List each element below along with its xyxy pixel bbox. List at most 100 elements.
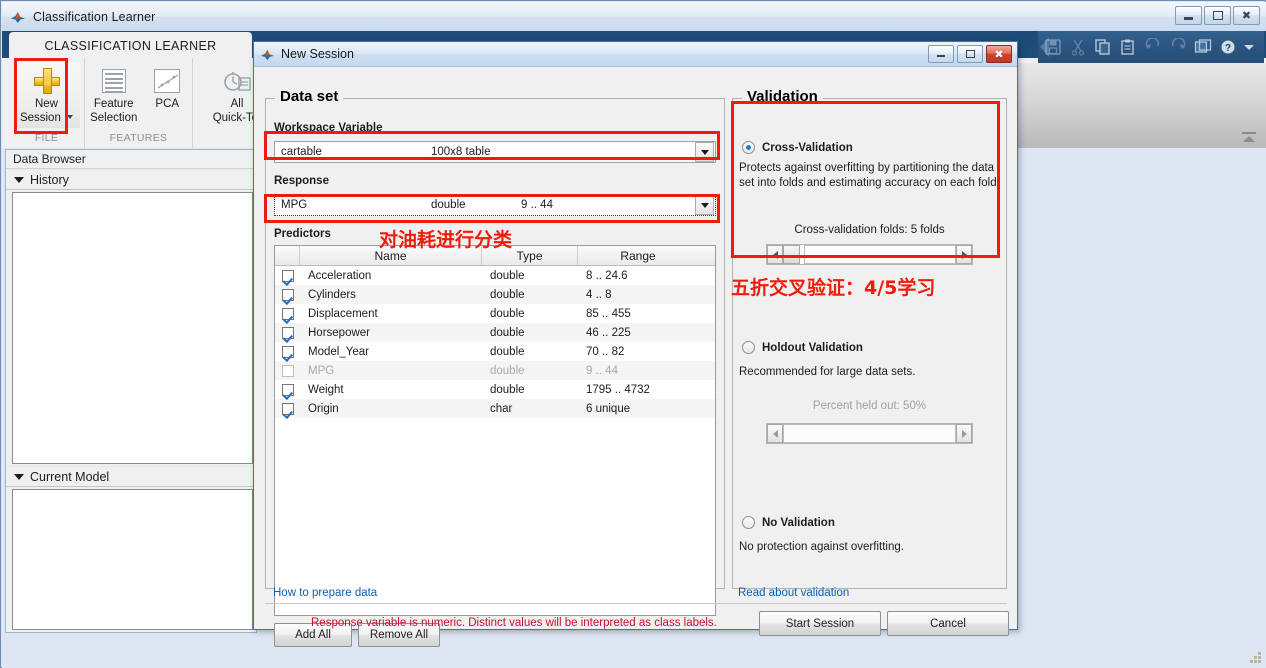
table-row[interactable]: MPG double 9 .. 44 [275,361,715,380]
table-row[interactable]: Cylinders double 4 .. 8 [275,285,715,304]
pca-button[interactable]: PCA [142,62,192,128]
holdout-percent-slider[interactable] [766,423,973,444]
cross-validation-radio[interactable] [742,141,755,154]
holdout-validation-radio-row[interactable]: Holdout Validation [742,341,863,354]
collapse-panel-icon[interactable] [1242,132,1256,142]
cut-icon[interactable] [1069,38,1087,56]
checkbox-checked-icon[interactable] [281,288,294,301]
cross-validation-folds-label: Cross-validation folds: 5 folds [794,224,945,236]
table-row[interactable]: Acceleration double 8 .. 24.6 [275,266,715,285]
svg-text:?: ? [1225,43,1231,54]
validation-legend: Validation [742,88,823,105]
table-row[interactable]: Model_Year double 70 .. 82 [275,342,715,361]
read-about-validation-link[interactable]: Read about validation [738,587,849,599]
cross-validation-radio-row[interactable]: Cross-Validation [742,141,853,154]
table-row[interactable]: Weight double 1795 .. 4732 [275,380,715,399]
save-icon[interactable] [1044,38,1062,56]
history-panel-body[interactable] [12,192,253,464]
maximize-button[interactable] [1204,6,1231,25]
holdout-validation-radio[interactable] [742,341,755,354]
predictor-checkbox-cell[interactable] [275,304,300,323]
ribbon-group-features: Feature Selection PCA FEATURES [85,58,193,148]
layout-icon[interactable] [1194,38,1212,56]
checkbox-checked-icon[interactable] [281,307,294,320]
predictor-type-cell: double [490,288,525,301]
footer-divider [265,603,1007,604]
predictor-range-cell: 46 .. 225 [586,326,631,339]
table-row[interactable]: Displacement double 85 .. 455 [275,304,715,323]
no-validation-label: No Validation [762,516,835,529]
dialog-maximize-button[interactable] [957,45,983,63]
predictor-checkbox-cell[interactable] [275,380,300,399]
slider-thumb[interactable] [783,245,800,264]
predictors-table[interactable]: Name Type Range Acceleration double 8 .. 2… [274,245,716,616]
predictor-name-cell: Origin [308,402,339,415]
slider-left-arrow-icon[interactable] [767,424,783,443]
dialog-close-button[interactable]: ✖ [986,45,1012,63]
no-validation-radio-row[interactable]: No Validation [742,516,835,529]
close-button[interactable]: ✖ [1233,6,1260,25]
checkbox-checked-icon[interactable] [281,269,294,282]
predictor-name-cell: Weight [308,383,344,396]
checkbox-checked-icon[interactable] [281,345,294,358]
redo-icon[interactable] [1169,37,1187,56]
predictor-checkbox-cell[interactable] [275,342,300,361]
predictor-type-cell: char [490,402,513,415]
ribbon-group-file-label: FILE [34,132,59,144]
response-combo[interactable]: MPG double 9 .. 44 [274,194,716,216]
table-row[interactable]: Origin char 6 unique [275,399,715,418]
paste-icon[interactable] [1119,38,1137,56]
minimize-button[interactable] [1175,6,1202,25]
predictor-checkbox-cell[interactable] [275,323,300,342]
slider-right-arrow-icon[interactable] [956,424,972,443]
slider-track[interactable] [783,245,956,264]
checkbox-checked-icon[interactable] [281,402,294,415]
how-to-prepare-data-link[interactable]: How to prepare data [273,587,377,599]
workspace-variable-combo[interactable]: cartable 100x8 table [274,141,716,163]
current-model-panel-body[interactable] [12,489,253,630]
new-session-dropdown-arrow[interactable] [67,114,74,119]
predictor-range-cell: 9 .. 44 [586,364,618,377]
feature-selection-button[interactable]: Feature Selection [85,62,142,128]
no-validation-radio[interactable] [742,516,755,529]
predictor-checkbox-cell[interactable] [275,285,300,304]
dialog-body: Data set Workspace Variable cartable 100… [254,67,1017,647]
dialog-titlebar: New Session ✖ [254,42,1017,67]
matlab-logo-icon [260,47,275,62]
ribbon-right-filler [1014,63,1266,148]
cross-validation-folds-slider[interactable] [766,244,973,265]
predictor-name-cell: Model_Year [308,345,369,358]
chevron-down-icon[interactable] [1244,44,1254,50]
help-icon[interactable]: ? [1219,38,1237,56]
predictor-checkbox-cell[interactable] [275,399,300,418]
history-panel-label: History [30,172,69,187]
predictor-type-cell: double [490,345,525,358]
checkbox-unchecked-icon[interactable] [281,364,294,377]
history-panel-header[interactable]: History [6,169,256,190]
workspace-variable-label: Workspace Variable [274,122,383,134]
resize-grip[interactable] [1249,651,1261,663]
table-row[interactable]: Horsepower double 46 .. 225 [275,323,715,342]
response-dropdown-arrow[interactable] [695,195,714,215]
workspace-variable-dropdown-arrow[interactable] [695,142,714,162]
checkbox-checked-icon[interactable] [281,326,294,339]
predictor-checkbox-cell[interactable] [275,361,300,380]
chevron-down-icon [14,473,24,480]
slider-right-arrow-icon[interactable] [956,245,972,264]
cancel-button[interactable]: Cancel [887,611,1009,636]
copy-icon[interactable] [1094,38,1112,56]
predictor-checkbox-cell[interactable] [275,266,300,285]
tab-classification-learner[interactable]: CLASSIFICATION LEARNER [9,32,252,59]
workspace-variable-value-size: 100x8 table [431,146,491,158]
slider-track[interactable] [783,424,956,443]
slider-left-arrow-icon[interactable] [767,245,783,264]
dialog-minimize-button[interactable] [928,45,954,63]
start-session-button[interactable]: Start Session [759,611,881,636]
current-model-panel-header[interactable]: Current Model [6,466,256,487]
checkbox-checked-icon[interactable] [281,383,294,396]
column-header-range[interactable]: Range [578,246,698,265]
undo-icon[interactable] [1144,37,1162,56]
validation-group: Validation Cross-Validation Protects aga… [732,88,1007,589]
holdout-percent-label: Percent held out: 50% [812,400,927,412]
new-session-button[interactable]: New Session [13,62,80,128]
